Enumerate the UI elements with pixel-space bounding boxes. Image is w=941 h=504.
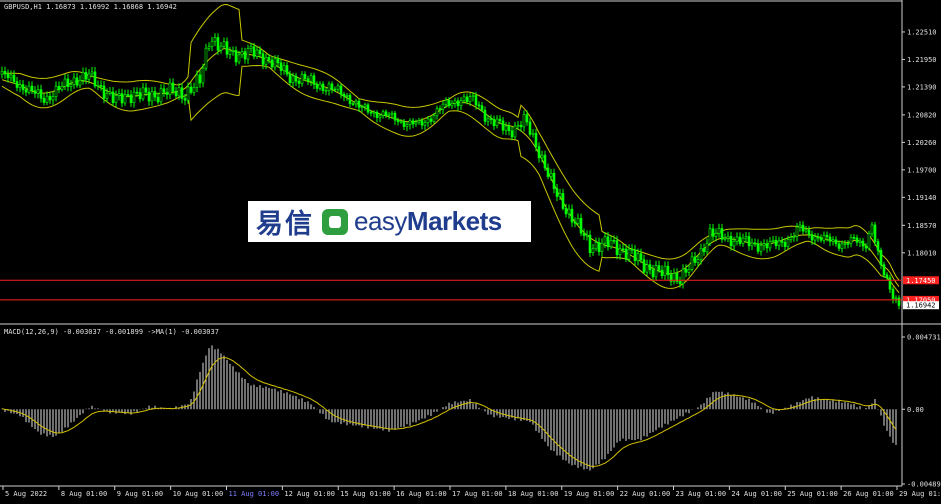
- trading-chart-window: 1.17450 1.17050 1.16942 1.22510 1.21950 1.21…: [0, 0, 941, 500]
- macd-tick-label: 0.00: [907, 406, 924, 414]
- logo-english-prefix: easy: [354, 206, 407, 236]
- price-tick-label: 1.22510: [907, 28, 937, 36]
- price-tick-label: 1.18010: [907, 249, 937, 257]
- macd-header: MACD(12,26,9) -0.003037 -0.001899 ->MA(1…: [4, 328, 219, 336]
- price-tick-label: 1.19140: [907, 194, 937, 202]
- logo-chinese-text: 易信: [256, 209, 314, 240]
- macd-tick-label: 0.004731: [907, 334, 941, 342]
- time-tick-label: 25 Aug 01:00: [787, 490, 838, 498]
- brand-logo: 易信 easyMarkets: [248, 201, 531, 242]
- price-tick-label: 1.21950: [907, 56, 937, 64]
- price-tick-label: 1.18570: [907, 222, 937, 230]
- candle: [867, 230, 871, 251]
- time-tick-label: 19 Aug 01:00: [564, 490, 615, 498]
- time-tick-label: 17 Aug 01:00: [452, 490, 503, 498]
- chart-canvas[interactable]: 1.174501.170501.16942 1.225101.219501.21…: [0, 0, 941, 500]
- time-tick-label: 11 Aug 01:00: [229, 490, 280, 498]
- time-tick-label: 22 Aug 01:00: [620, 490, 671, 498]
- current-price-label: 1.16942: [906, 302, 936, 310]
- symbol-header: GBPUSD,H1 1.16873 1.16992 1.16868 1.1694…: [4, 3, 177, 11]
- logo-english-text: easyMarkets: [354, 206, 502, 237]
- time-tick-label: 10 Aug 01:00: [173, 490, 224, 498]
- price-tick-label: 1.21390: [907, 83, 937, 91]
- time-tick-label: 15 Aug 01:00: [340, 490, 391, 498]
- macd-tick-label: -0.004892: [907, 481, 941, 489]
- time-tick-label: 9 Aug 01:00: [117, 490, 163, 498]
- candle: [204, 43, 208, 71]
- time-tick-label: 26 Aug 01:00: [843, 490, 894, 498]
- logo-english-bold: Markets: [406, 206, 502, 236]
- time-tick-label: 24 Aug 01:00: [731, 490, 782, 498]
- time-tick-label: 18 Aug 01:00: [508, 490, 559, 498]
- time-tick-label: 16 Aug 01:00: [396, 490, 447, 498]
- price-axis: 1.22510 1.21950 1.21390 1.20820 1.20260 1.197…: [902, 28, 937, 257]
- price-tick-label: 1.20260: [907, 139, 937, 147]
- logo-mark-icon: [322, 208, 348, 235]
- time-tick-label: 12 Aug 01:00: [284, 490, 335, 498]
- time-tick-label: 23 Aug 01:00: [676, 490, 727, 498]
- time-tick-label: 29 Aug 01:00: [899, 490, 941, 498]
- time-tick-label: 5 Aug 2022: [5, 490, 47, 498]
- time-tick-label: 8 Aug 01:00: [61, 490, 107, 498]
- price-level-label: 1.17450: [906, 277, 936, 285]
- price-tick-label: 1.19700: [907, 166, 937, 174]
- price-tick-label: 1.20820: [907, 111, 937, 119]
